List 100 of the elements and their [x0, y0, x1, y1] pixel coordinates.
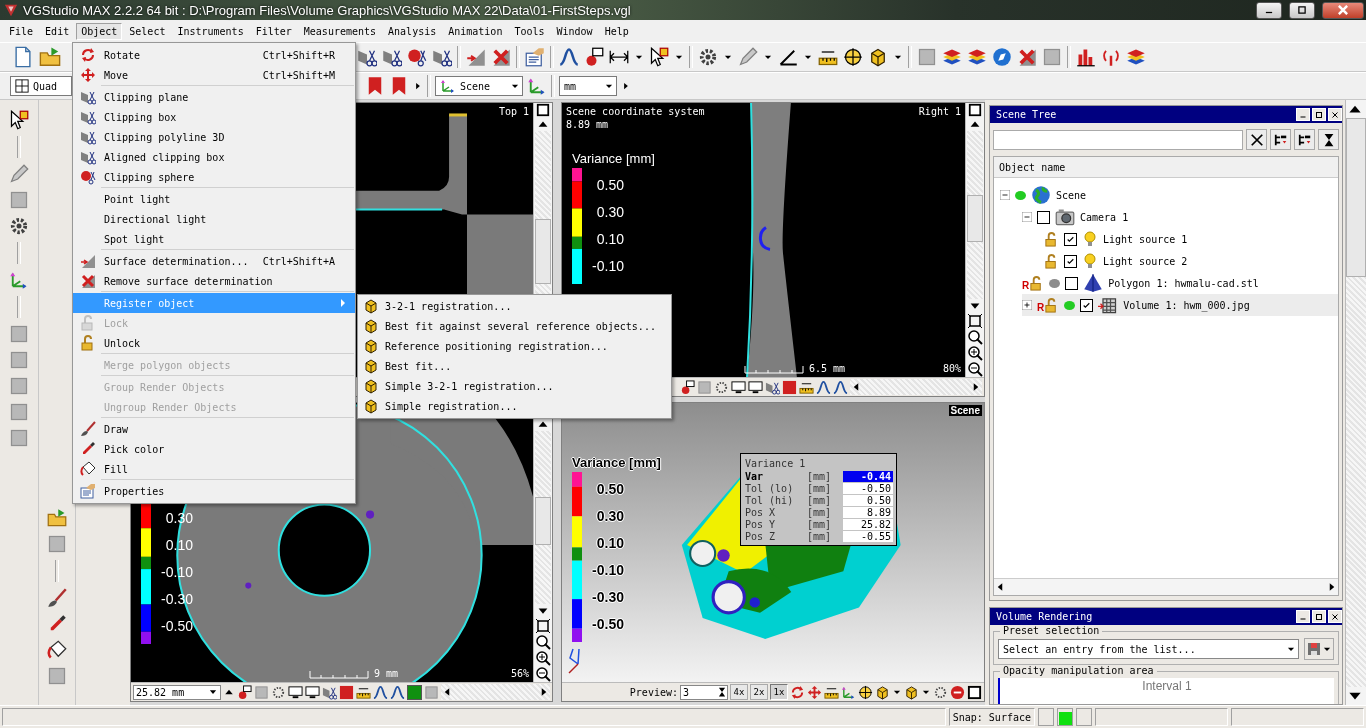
surface-arrow-icon[interactable] [466, 47, 486, 67]
selected-row[interactable]: R Volume 1: hwm_000.jpg [1022, 294, 1338, 316]
cross-icon[interactable] [1017, 47, 1037, 67]
menu-item[interactable]: Help [599, 22, 634, 40]
menu-item[interactable]: Unlock [73, 333, 355, 353]
menu-item[interactable]: 3-2-1 registration... [358, 296, 671, 316]
zoom-icon[interactable] [967, 329, 983, 345]
menu-item[interactable]: Simple 3-2-1 registration... [358, 376, 671, 396]
square-icon[interactable] [9, 324, 29, 344]
pen-icon[interactable] [738, 47, 758, 67]
cube-icon[interactable] [875, 684, 890, 700]
menu-item[interactable]: Clipping plane [73, 87, 355, 107]
menu-item[interactable]: Simple registration... [358, 396, 671, 416]
monitor-icon[interactable] [731, 379, 746, 395]
monitor-icon[interactable] [305, 684, 320, 700]
menu-item[interactable]: Properties [73, 481, 355, 501]
gear-icon[interactable] [271, 684, 286, 700]
color-swatch[interactable] [407, 684, 422, 700]
rotate-icon[interactable] [790, 684, 805, 700]
sort-button[interactable] [1318, 129, 1339, 150]
expand-icon[interactable] [1022, 300, 1032, 310]
menu-item[interactable]: Rotate Ctrl+Shift+R [73, 45, 355, 65]
fit-view-icon[interactable] [967, 313, 983, 329]
unit-dropdown[interactable]: mm [559, 76, 617, 96]
checkbox[interactable] [1064, 232, 1077, 246]
zoom-in-icon[interactable] [535, 650, 551, 666]
menu-item[interactable]: Aligned clipping box [73, 147, 355, 167]
menu-item[interactable]: Select [124, 22, 171, 40]
gear-icon[interactable] [698, 47, 718, 67]
monitor-icon[interactable] [288, 684, 303, 700]
collapse-tree-button[interactable] [1294, 129, 1315, 150]
minimize-button[interactable] [1256, 1, 1282, 19]
axes-icon[interactable] [527, 76, 547, 96]
close-button[interactable] [1322, 1, 1364, 19]
properties-icon[interactable] [525, 47, 545, 67]
gear-icon[interactable] [714, 379, 729, 395]
hourglass-icon[interactable] [717, 687, 727, 697]
scrollbar-thumb[interactable] [967, 194, 983, 242]
menu-item[interactable]: Move Ctrl+Shift+M [73, 65, 355, 85]
cursor-icon[interactable] [9, 110, 29, 130]
square-icon[interactable] [782, 379, 797, 395]
tree-row[interactable]: Light source 1 [1044, 228, 1338, 250]
menu-item[interactable]: Clipping sphere [73, 167, 355, 187]
layers-icon[interactable] [1126, 47, 1146, 67]
maximize-icon[interactable] [536, 103, 550, 117]
pin-icon[interactable] [680, 379, 695, 395]
menu-item[interactable]: Point light [73, 189, 355, 209]
search-field[interactable] [993, 129, 1243, 150]
menu-item[interactable]: Clipping polyline 3D [73, 127, 355, 147]
scrollbar-thumb[interactable] [1346, 118, 1366, 278]
tree-row[interactable]: Scene [1000, 184, 1338, 206]
angle-icon[interactable] [778, 47, 798, 67]
cube-icon[interactable] [904, 684, 919, 700]
pin-icon[interactable] [237, 684, 252, 700]
square-icon[interactable] [47, 666, 67, 686]
pin-icon[interactable] [584, 47, 604, 67]
menu-item[interactable]: Window [551, 22, 598, 40]
square-icon[interactable] [917, 47, 937, 67]
curve-icon[interactable] [833, 379, 848, 395]
square-icon[interactable] [9, 402, 29, 422]
clear-button[interactable] [1246, 129, 1267, 150]
menu-item[interactable]: Remove surface determination [73, 271, 355, 291]
scrollbar-thumb[interactable] [535, 219, 551, 285]
antenna-icon[interactable] [1101, 47, 1121, 67]
square-icon[interactable] [9, 190, 29, 210]
tree-row[interactable]: Light source 2 [1044, 250, 1338, 272]
checkbox[interactable] [1037, 210, 1050, 224]
menu-item[interactable]: Filter [250, 22, 297, 40]
checkbox[interactable] [1064, 254, 1077, 268]
menu-item[interactable]: Tools [509, 22, 550, 40]
collapse-icon[interactable] [1022, 212, 1032, 222]
padlock-icon[interactable] [1044, 253, 1059, 269]
menu-item[interactable]: Best fit against several reference objects... [358, 316, 671, 336]
curve-icon[interactable] [390, 684, 405, 700]
square-icon[interactable] [9, 350, 29, 370]
bar-chart-icon[interactable] [1076, 47, 1096, 67]
curve-icon[interactable] [559, 47, 579, 67]
menu-item[interactable]: Edit [40, 22, 75, 40]
square-icon[interactable] [47, 534, 67, 554]
brush-icon[interactable] [47, 588, 67, 608]
menu-item[interactable]: Best fit... [358, 356, 671, 376]
zoom-in-icon[interactable] [967, 345, 983, 361]
padlock-icon[interactable] [1044, 231, 1059, 247]
square-icon[interactable] [9, 376, 29, 396]
menu-item[interactable]: Object [76, 22, 123, 40]
coordinate-system-dropdown[interactable]: Scene [435, 76, 523, 96]
monitor-icon[interactable] [748, 379, 763, 395]
crosshair-icon[interactable] [858, 684, 873, 700]
checkbox[interactable] [1080, 298, 1094, 312]
menu-item[interactable]: Surface determination... Ctrl+Shift+A [73, 251, 355, 271]
layers-icon[interactable] [967, 47, 987, 67]
maximize-button[interactable] [1289, 1, 1315, 19]
preview-button[interactable]: 2x [750, 684, 768, 700]
menu-item[interactable]: Instruments [172, 22, 249, 40]
slice-position-field[interactable]: 25.82 mm [133, 684, 221, 700]
save-preset-button[interactable] [1304, 638, 1334, 660]
menu-item[interactable]: File [4, 22, 39, 40]
tree-row[interactable]: R Polygon 1: hwmalu-cad.stl [1022, 272, 1338, 294]
crosshair-icon[interactable] [843, 47, 863, 67]
ball-scissors-icon[interactable] [407, 47, 427, 67]
